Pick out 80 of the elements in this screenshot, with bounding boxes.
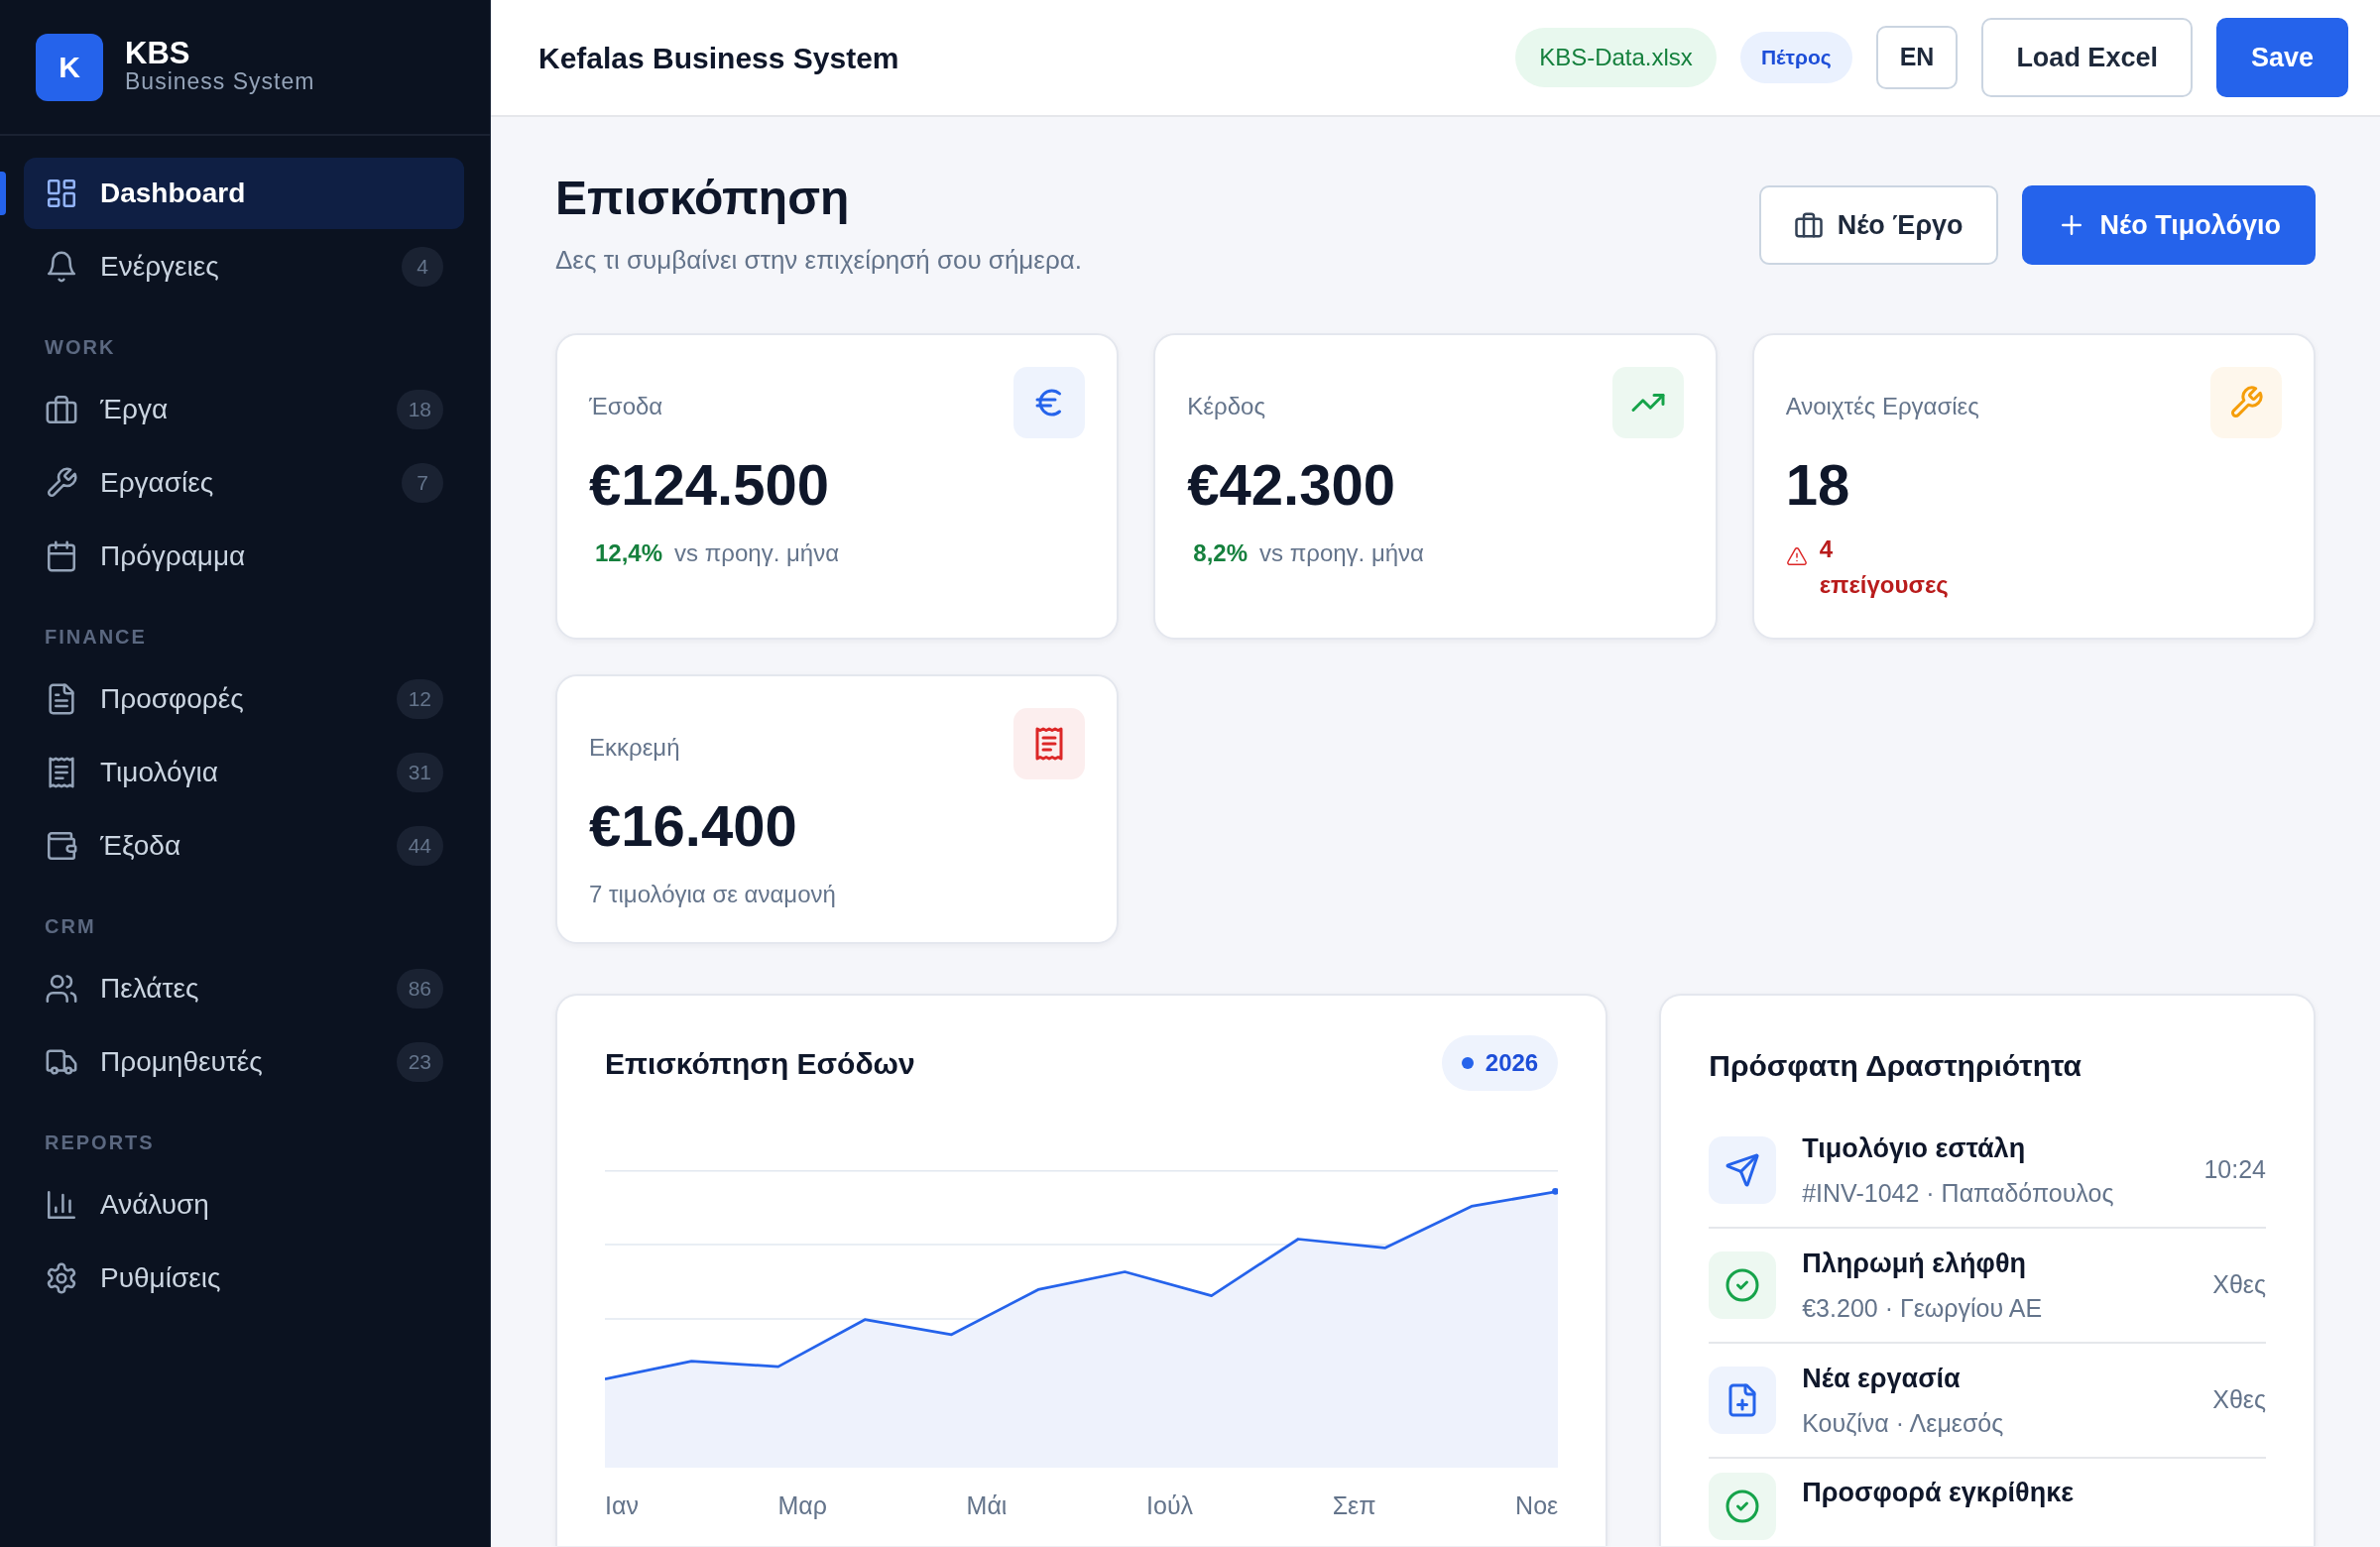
activity-detail: #INV-1042 · Παπαδόπουλος — [1802, 1177, 2114, 1209]
wallet-icon — [45, 829, 78, 863]
sidebar-item[interactable]: Έργα 18 — [24, 374, 464, 445]
page-title: Επισκόπηση — [555, 171, 851, 226]
axis-label: Σεπ — [1332, 1490, 1376, 1521]
activity-detail: €3.200 · Γεωργίου ΑΕ — [1802, 1292, 2043, 1324]
save-button[interactable]: Save — [2215, 18, 2348, 97]
brand-tagline: Business System — [125, 68, 315, 96]
stat-note: 7 τιμολόγια σε αναμονή — [589, 880, 837, 909]
briefcase-icon — [45, 393, 78, 426]
axis-label: Νοε — [1515, 1490, 1559, 1521]
sidebar-item[interactable]: Ανάλυση — [24, 1169, 464, 1241]
chart-title: Επισκόπηση Εσόδων — [605, 1045, 915, 1082]
new-invoice-button[interactable]: Νέο Τιμολόγιο — [2021, 185, 2316, 265]
axis-label: Μαρ — [777, 1490, 827, 1521]
activity-title-text: Προσφορά εγκρίθηκε — [1802, 1477, 2075, 1509]
change-note: vs προηγ. μήνα — [674, 538, 840, 568]
brand-name: KBS — [125, 38, 191, 69]
count-badge: 18 — [396, 390, 443, 429]
activity-time: 10:24 — [2203, 1154, 2266, 1186]
sidebar-item[interactable]: Έξοδα 44 — [24, 810, 464, 882]
calendar-icon — [45, 539, 78, 573]
change-percent: 8,2% — [1193, 538, 1249, 568]
bell-icon — [45, 250, 78, 284]
activity-title: Πρόσφατη Δραστηριότητα — [1709, 1048, 2083, 1084]
logo-badge: K — [36, 33, 103, 101]
count-badge: 44 — [396, 826, 443, 866]
axis-label: Ιούλ — [1146, 1490, 1194, 1521]
users-icon — [45, 972, 78, 1006]
stat-value: 18 — [1785, 456, 1851, 514]
sidebar-item[interactable]: Πρόγραμμα — [24, 521, 464, 592]
activity-title-text: Πληρωμή ελήφθη — [1802, 1248, 2027, 1280]
page-subtitle: Δες τι συμβαίνει στην επιχείρησή σου σήμερα. — [555, 243, 1082, 277]
sidebar-item[interactable]: Πελάτες 86 — [24, 953, 464, 1024]
stat-label: Εκκρεμή — [589, 733, 680, 763]
legend-badge: 2026 — [1441, 1035, 1559, 1091]
activity-detail: Κουζίνα · Λεμεσός — [1802, 1407, 2004, 1439]
sidebar-item[interactable]: Προσφορές 12 — [24, 663, 464, 735]
settings-icon — [45, 1261, 78, 1295]
activity-time: Χθες — [2212, 1384, 2266, 1416]
section-heading: FINANCE — [44, 625, 148, 650]
count-badge: 7 — [402, 463, 443, 503]
sidebar-item[interactable]: Ενέργειες 4 — [24, 231, 464, 302]
briefcase-icon — [1793, 210, 1824, 240]
stat-label: Ανοιχτές Εργασίες — [1785, 392, 1979, 421]
axis-label: Ιαν — [605, 1490, 639, 1521]
change-note: vs προηγ. μήνα — [1259, 538, 1424, 568]
sidebar-item[interactable]: Τιμολόγια 31 — [24, 737, 464, 808]
file-tag: KBS-Data.xlsx — [1515, 28, 1717, 87]
activity-time: Χθες — [2212, 1269, 2266, 1301]
change-percent: 12,4% — [595, 538, 663, 568]
stat-value: €16.400 — [589, 797, 798, 855]
section-heading: REPORTS — [44, 1130, 156, 1155]
wrench-icon — [45, 466, 78, 500]
sidebar-item[interactable]: Προμηθευτές 23 — [24, 1026, 464, 1098]
bar-chart-icon — [45, 1188, 78, 1222]
count-badge: 31 — [396, 753, 443, 792]
section-heading: WORK — [44, 335, 117, 360]
grid-icon — [45, 177, 78, 210]
activity-title-text: Τιμολόγιο εστάλη — [1802, 1132, 2027, 1165]
urgent-note: 4 επείγουσες — [1819, 535, 1949, 600]
count-badge: 86 — [396, 969, 443, 1009]
stat-value: €124.500 — [589, 456, 830, 514]
language-button[interactable]: EN — [1875, 26, 1959, 89]
section-heading: CRM — [44, 914, 97, 939]
load-excel-button[interactable]: Load Excel — [1981, 18, 2193, 97]
user-tag: Πέτρος — [1739, 32, 1852, 83]
app-title: Kefalas Business System — [538, 40, 899, 76]
new-project-button[interactable]: Νέο Έργο — [1758, 185, 1998, 265]
sidebar-item[interactable]: Εργασίες 7 — [24, 447, 464, 519]
stat-label: Έσοδα — [589, 392, 663, 421]
stat-value: €42.300 — [1187, 456, 1396, 514]
count-badge: 23 — [396, 1042, 443, 1082]
count-badge: 12 — [396, 679, 443, 719]
warning-icon — [1785, 545, 1808, 567]
axis-label: Μάι — [966, 1490, 1008, 1521]
count-badge: 4 — [402, 247, 443, 287]
stat-label: Κέρδος — [1187, 392, 1265, 421]
activity-title-text: Νέα εργασία — [1802, 1363, 1962, 1395]
sidebar-item[interactable]: Ρυθμίσεις — [24, 1243, 464, 1314]
